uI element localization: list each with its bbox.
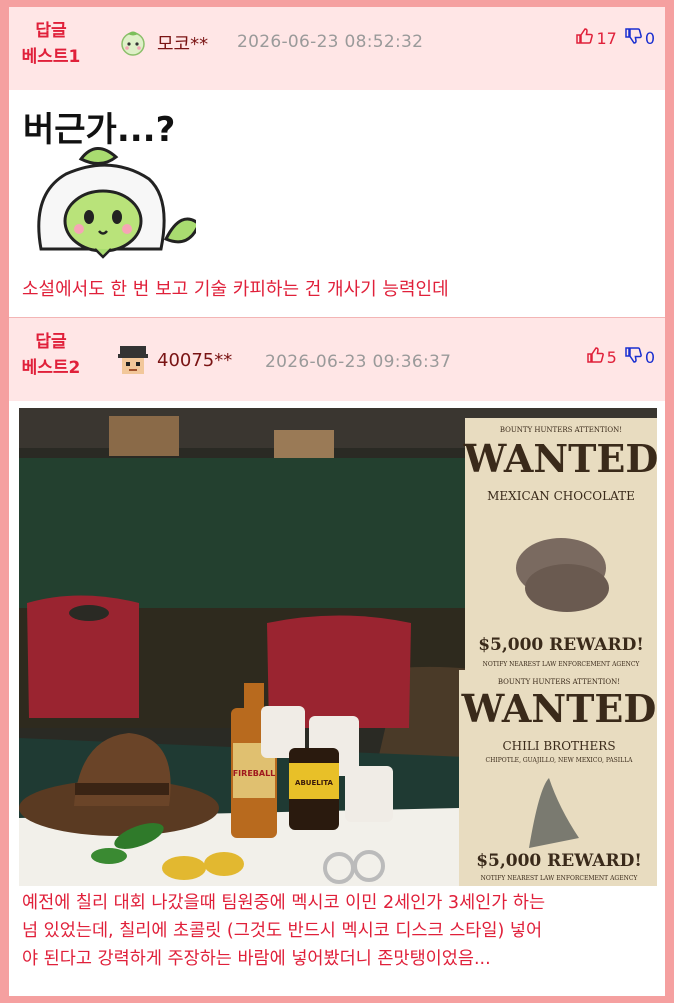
comment-header: 답글 베스트2 40075** 2026-06-23 09:36:37 5 0 [9,318,665,401]
svg-text:WANTED: WANTED [463,436,657,481]
badge-line1: 답글 [35,332,67,352]
nickname[interactable]: 40075** [157,350,232,371]
attached-photo[interactable]: FIREBALL ABUELITA BOUNTY HUNTERS ATTENTI… [19,408,657,886]
comment-header: 답글 베스트1 모코** 2026-06-23 08:52:32 17 0 [9,7,665,90]
comment-line: 예전에 칠리 대회 나갔을때 팀원중에 멕시코 이민 2세인가 3세인가 하는 [22,893,546,913]
timestamp: 2026-06-23 09:36:37 [265,352,452,372]
comment-text: 예전에 칠리 대회 나갔을때 팀원중에 멕시코 이민 2세인가 3세인가 하는 … [22,889,545,973]
svg-text:NOTIFY NEAREST LAW ENFORCEMENT: NOTIFY NEAREST LAW ENFORCEMENT AGENCY [481,875,639,882]
avatar [121,31,145,56]
sticker-image: 버근가...? [23,110,196,259]
avatar [118,346,148,374]
vote-box: 17 0 [575,27,655,49]
svg-text:CHIPOTLE, GUAJILLO, NEW MEXICO: CHIPOTLE, GUAJILLO, NEW MEXICO, PASILLA [486,757,634,764]
best-reply-badge: 답글 베스트1 [19,18,83,70]
comment-text: 소설에서도 한 번 보고 기술 카피하는 건 개사기 능력인데 [22,279,449,300]
comment-list: 답글 베스트1 모코** 2026-06-23 08:52:32 17 0 버근… [9,7,665,996]
timestamp: 2026-06-23 08:52:32 [237,32,424,52]
svg-text:BOUNTY HUNTERS ATTENTION!: BOUNTY HUNTERS ATTENTION! [500,426,622,434]
svg-text:$5,000 REWARD!: $5,000 REWARD! [478,635,644,655]
svg-text:MEXICAN CHOCOLATE: MEXICAN CHOCOLATE [487,489,635,503]
best-reply-badge: 답글 베스트2 [19,329,83,381]
sticker-text: 버근가...? [23,110,175,150]
svg-text:NOTIFY NEAREST LAW ENFORCEMENT: NOTIFY NEAREST LAW ENFORCEMENT AGENCY [483,661,641,668]
badge-line2: 베스트1 [21,47,81,67]
wanted-poster-chocolate: BOUNTY HUNTERS ATTENTION! WANTED MEXICAN… [463,418,657,678]
thumbs-up-icon[interactable] [586,346,604,368]
downvote-count: 0 [644,347,655,367]
thumbs-up-icon[interactable] [575,27,594,49]
bottle-label: FIREBALL [233,769,276,778]
nickname[interactable]: 모코** [157,30,208,56]
upvote-count: 17 [596,28,617,48]
vote-box: 5 0 [586,346,655,368]
svg-text:CHILI BROTHERS: CHILI BROTHERS [502,739,615,753]
thumbs-down-icon[interactable] [624,27,642,49]
svg-text:WANTED: WANTED [461,686,657,731]
badge-line2: 베스트2 [21,358,81,378]
svg-text:BOUNTY HUNTERS ATTENTION!: BOUNTY HUNTERS ATTENTION! [498,678,620,686]
comment-line: 야 된다고 강력하게 주장하는 바람에 넣어봤더니 존맛탱이었음... [22,949,491,969]
svg-text:$5,000 REWARD!: $5,000 REWARD! [476,851,642,871]
jar-label: ABUELITA [295,779,334,787]
badge-line1: 답글 [35,21,67,41]
downvote-count: 0 [644,28,655,48]
comment-line: 넘 있었는데, 칠리에 초콜릿 (그것도 반드시 멕시코 디스크 스타일) 넣어 [22,921,543,941]
thumbs-down-icon[interactable] [624,346,642,368]
upvote-count: 5 [606,347,617,367]
wanted-poster-chili: BOUNTY HUNTERS ATTENTION! WANTED CHILI B… [459,670,657,886]
